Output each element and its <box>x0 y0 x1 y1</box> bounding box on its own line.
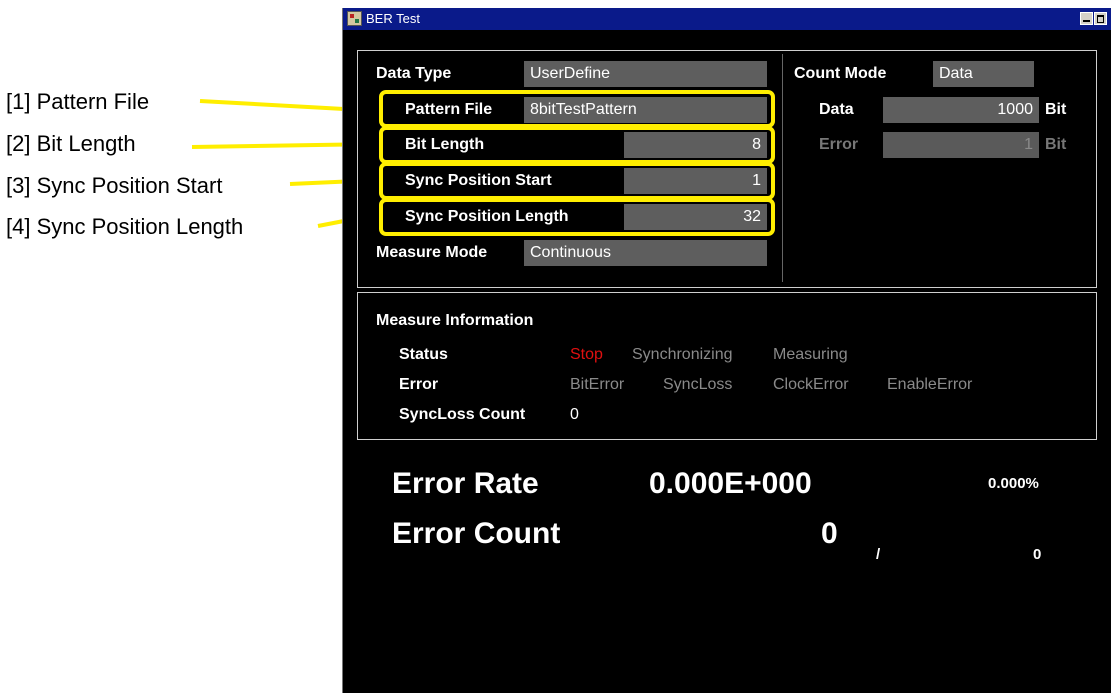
count-mode-label: Count Mode <box>794 65 887 82</box>
measure-information-title: Measure Information <box>376 312 534 329</box>
measure-mode-field[interactable]: Continuous <box>524 240 767 266</box>
count-mode-field[interactable]: Data <box>933 61 1034 87</box>
error-count-total: 0 <box>1033 546 1042 563</box>
data-count-unit: Bit <box>1045 101 1067 118</box>
error-enableerror: EnableError <box>887 376 973 393</box>
error-syncloss: SyncLoss <box>663 376 733 393</box>
error-biterror: BitError <box>570 376 625 393</box>
status-measuring: Measuring <box>773 346 848 363</box>
syncloss-count-value: 0 <box>570 406 579 423</box>
app-icon <box>347 11 362 26</box>
callout-sync-position-start: [3] Sync Position Start <box>6 173 223 198</box>
data-type-label: Data Type <box>376 65 452 82</box>
error-count-setting-unit: Bit <box>1045 136 1067 153</box>
data-count-field[interactable]: 1000 <box>883 97 1039 123</box>
syncloss-count-label: SyncLoss Count <box>399 406 526 423</box>
status-stop: Stop <box>570 346 603 363</box>
callout-sync-position-length: [4] Sync Position Length <box>6 214 244 239</box>
status-synchronizing: Synchronizing <box>632 346 733 363</box>
error-label: Error <box>399 376 439 393</box>
highlight-sync-position-start <box>379 162 775 200</box>
error-count-setting-label: Error <box>819 136 859 153</box>
window-title: BER Test <box>366 11 420 26</box>
error-count-label: Error Count <box>392 517 561 550</box>
panel-divider <box>782 54 783 282</box>
data-count-label: Data <box>819 101 854 118</box>
error-rate-percent: 0.000% <box>988 475 1039 492</box>
error-count-setting-field: 1 <box>883 132 1039 158</box>
error-rate-value: 0.000E+000 <box>649 467 812 500</box>
ber-test-window: BER Test Data Type UserDefine Pattern Fi… <box>342 8 1111 693</box>
title-bar[interactable]: BER Test <box>343 8 1111 30</box>
minimize-button[interactable] <box>1080 12 1093 25</box>
error-rate-label: Error Rate <box>392 467 539 500</box>
data-type-field[interactable]: UserDefine <box>524 61 767 87</box>
highlight-bit-length <box>379 126 775 164</box>
highlight-pattern-file <box>379 90 775 128</box>
status-label: Status <box>399 346 448 363</box>
error-count-separator: / <box>876 546 881 563</box>
highlight-sync-position-length <box>379 198 775 236</box>
error-count-value: 0 <box>821 517 838 550</box>
error-clockerror: ClockError <box>773 376 849 393</box>
maximize-button[interactable] <box>1094 12 1107 25</box>
measure-mode-label: Measure Mode <box>376 244 488 261</box>
callout-bit-length: [2] Bit Length <box>6 131 136 156</box>
callout-pattern-file: [1] Pattern File <box>6 89 150 114</box>
